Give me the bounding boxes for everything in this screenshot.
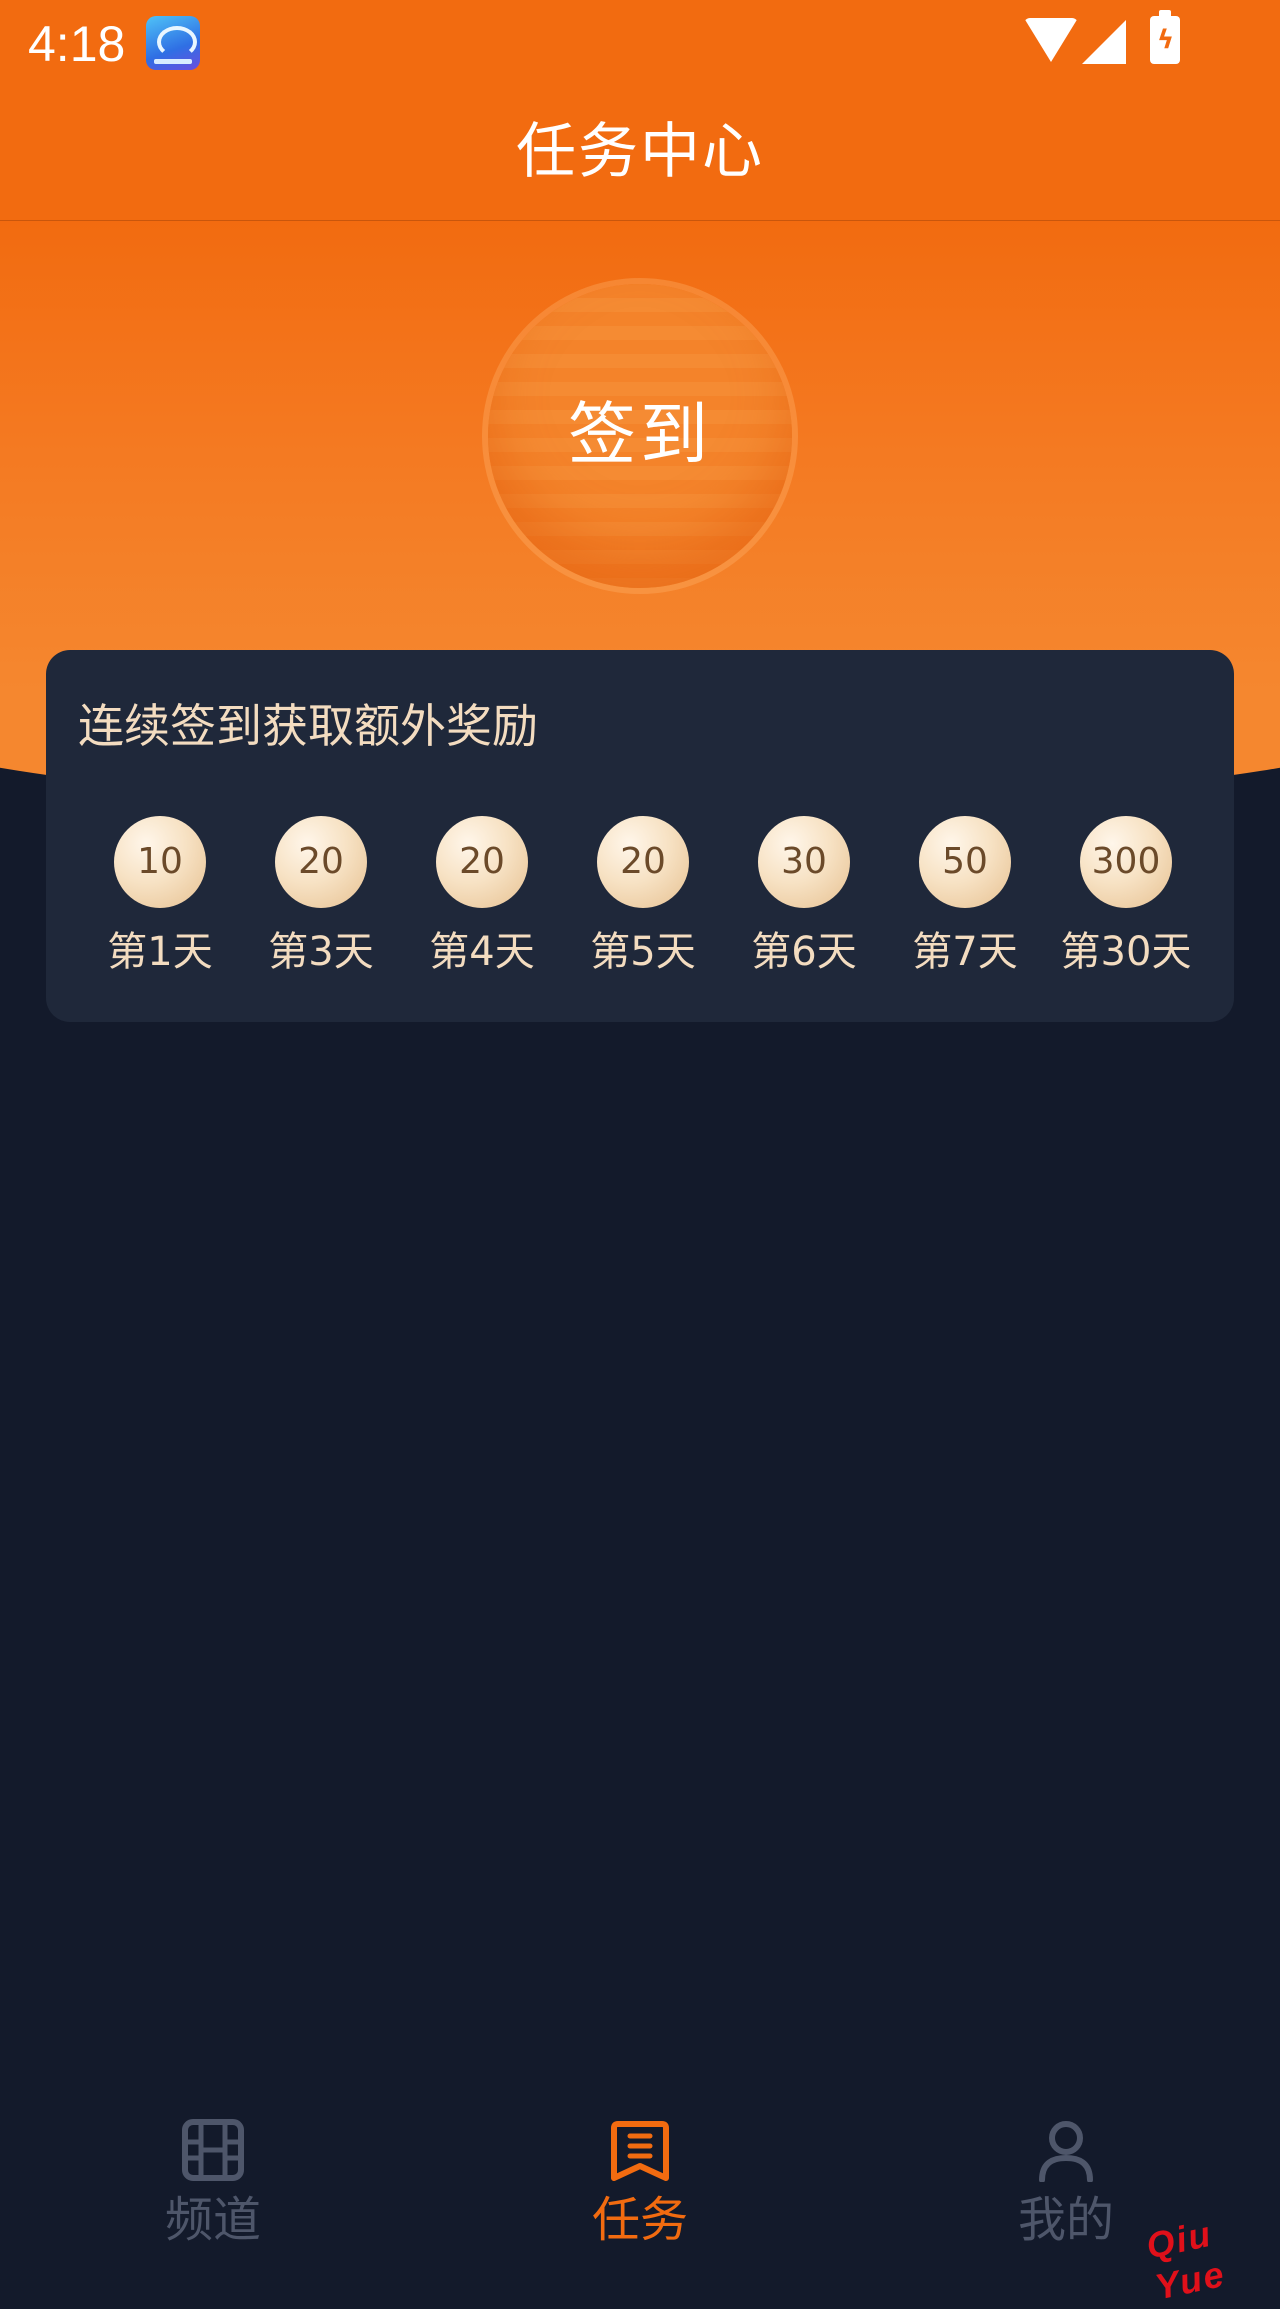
reward-day-label: 第30天	[1060, 929, 1192, 975]
reward-day-label: 第3天	[268, 929, 374, 975]
reward-day-label: 第5天	[590, 929, 696, 975]
bottom-navigation: 频道 任务 我的	[0, 2080, 1280, 2275]
reward-day-label: 第6天	[751, 929, 857, 975]
reward-item: 20 第5天	[573, 816, 713, 996]
task-list-icon	[611, 2121, 669, 2181]
battery-charging-icon: ϟ	[1150, 10, 1180, 64]
nav-label: 我的	[1017, 2192, 1114, 2248]
nav-tab-tasks[interactable]: 任务	[540, 2098, 740, 2248]
reward-item: 30 第6天	[734, 816, 874, 996]
reward-coin: 30	[758, 816, 850, 908]
nav-tab-mine[interactable]: 我的	[966, 2098, 1166, 2248]
wifi-icon	[1024, 18, 1078, 62]
reward-coin: 50	[919, 816, 1011, 908]
page-title: 任务中心	[516, 117, 764, 187]
reward-coin: 20	[275, 816, 367, 908]
consecutive-reward-card: 连续签到获取额外奖励 10 第1天 20 第3天 20 第4天 20 第5天 3…	[46, 650, 1234, 1022]
reward-list: 10 第1天 20 第3天 20 第4天 20 第5天 30 第6天 50 第7…	[46, 816, 1234, 996]
title-bar: 任务中心	[0, 88, 1280, 222]
reward-item: 10 第1天	[90, 816, 230, 996]
person-icon	[1039, 2121, 1093, 2182]
sign-in-button[interactable]: 签到	[488, 284, 792, 588]
nav-tab-channels[interactable]: 频道	[113, 2098, 313, 2248]
reward-coin: 300	[1080, 816, 1172, 908]
status-bar: 4:18 ϟ	[0, 0, 1280, 88]
reward-coin: 10	[114, 816, 206, 908]
reward-item: 50 第7天	[895, 816, 1035, 996]
nav-label: 任务	[591, 2192, 688, 2248]
reward-item: 20 第3天	[251, 816, 391, 996]
sign-in-label: 签到	[567, 396, 712, 475]
reward-card-title: 连续签到获取额外奖励	[78, 699, 538, 753]
reward-day-label: 第7天	[912, 929, 1018, 975]
reward-day-label: 第1天	[107, 929, 213, 975]
reward-day-label: 第4天	[429, 929, 535, 975]
reward-coin: 20	[436, 816, 528, 908]
status-time: 4:18	[28, 16, 126, 72]
nav-label: 频道	[164, 2192, 261, 2248]
app-logo-icon	[146, 16, 200, 70]
film-icon	[182, 2119, 244, 2181]
reward-coin: 20	[597, 816, 689, 908]
cellular-signal-icon	[1082, 20, 1126, 64]
reward-item: 300 第30天	[1056, 816, 1196, 996]
reward-item: 20 第4天	[412, 816, 552, 996]
